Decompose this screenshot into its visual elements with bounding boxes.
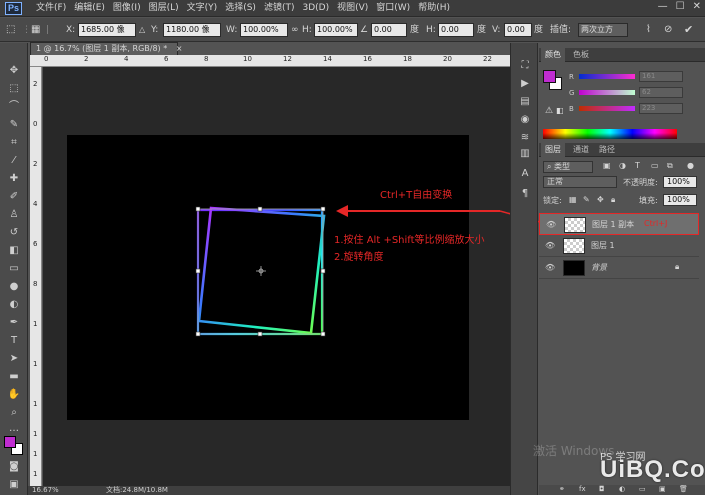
lock-all-icon[interactable]: 🔒︎ — [611, 195, 615, 205]
layers-panel-tabs: 图层 通道 路径 — [539, 143, 705, 157]
red-slider[interactable] — [579, 74, 635, 79]
blend-mode-select[interactable]: 正常 — [543, 176, 617, 188]
filter-shape-icon[interactable]: ▭ — [651, 161, 659, 170]
opacity-field[interactable]: 100% — [663, 176, 697, 188]
layer-style-icon[interactable]: fx — [579, 485, 586, 493]
gamut-warning-icon[interactable]: ⚠ — [545, 106, 553, 116]
new-layer-icon[interactable]: ▣ — [659, 485, 666, 493]
foreground-color-swatch[interactable] — [4, 436, 16, 448]
filter-adjustment-icon[interactable]: ◑ — [619, 161, 626, 170]
blue-slider[interactable] — [579, 106, 635, 111]
layer-name[interactable]: 图层 1 — [591, 240, 615, 251]
layer-row[interactable]: 👁︎ 图层 1 副本 Ctrl+J — [539, 213, 699, 235]
red-label: R — [569, 73, 574, 81]
green-slider[interactable] — [579, 90, 635, 95]
layer-filter-select[interactable]: ⌕ 类型 — [543, 161, 593, 173]
transform-handle[interactable] — [320, 206, 326, 212]
properties-panel-icon[interactable]: ▤ — [518, 95, 532, 109]
document-size: 文档:24.8M/10.8M — [106, 486, 168, 494]
lock-transparency-icon[interactable]: ▦ — [569, 195, 577, 204]
lock-position-icon[interactable]: ✥ — [597, 195, 604, 204]
history-panel-icon[interactable]: ⛶ — [518, 59, 532, 73]
annotation-step-2: 2.旋转角度 — [334, 252, 384, 263]
delete-layer-icon[interactable]: 🗑︎ — [679, 485, 688, 493]
layer-filter-kind: 类型 — [554, 162, 571, 171]
tab-paths[interactable]: 路径 — [595, 143, 619, 157]
transform-handle[interactable] — [257, 331, 263, 337]
tab-layers[interactable]: 图层 — [541, 143, 565, 157]
layer-thumbnail — [563, 260, 585, 276]
filter-search-icon: ⌕ — [547, 162, 555, 171]
fill-label: 填充: — [639, 196, 658, 205]
red-value-field[interactable]: 161 — [639, 71, 683, 82]
paragraph-panel-icon[interactable]: ¶ — [518, 187, 532, 201]
green-value-field[interactable]: 62 — [639, 87, 683, 98]
layer-square-original — [196, 208, 324, 336]
layer-mask-icon[interactable]: ◘ — [599, 485, 605, 493]
filter-pixel-icon[interactable]: ▣ — [603, 161, 611, 170]
status-bar: 16.67% 文档:24.8M/10.8M — [28, 486, 510, 495]
layer-square-rotated — [197, 206, 326, 335]
color-panel-tabs: 颜色 色板 — [539, 48, 705, 62]
blue-value-field[interactable]: 223 — [639, 103, 683, 114]
transform-handle[interactable] — [257, 206, 263, 212]
tab-channels[interactable]: 通道 — [569, 143, 593, 157]
layer-thumbnail — [563, 238, 585, 254]
layers-bottom-toolbar: ⚭ fx ◘ ◐ ▭ ▣ 🗑︎ — [539, 485, 705, 495]
adjustment-layer-icon[interactable]: ◐ — [619, 485, 625, 493]
layer-row[interactable]: 👁︎ 图层 1 — [539, 235, 699, 257]
transform-handle[interactable] — [195, 206, 201, 212]
layer-name[interactable]: 图层 1 副本 — [592, 219, 634, 230]
filter-toggle-icon[interactable]: ● — [687, 161, 694, 170]
layer-thumbnail — [564, 217, 586, 233]
transform-bounding-box[interactable] — [197, 208, 324, 335]
blend-mode-value: 正常 — [547, 177, 563, 186]
filter-type-icon[interactable]: T — [635, 161, 640, 170]
site-logo-watermark: UiBQ.CoM — [600, 456, 705, 483]
link-layers-icon[interactable]: ⚭ — [559, 485, 565, 493]
fill-field[interactable]: 100% — [663, 194, 697, 206]
layer-lock-icon: 🔒︎ — [675, 262, 680, 271]
blue-label: B — [569, 105, 574, 113]
group-icon[interactable]: ▭ — [639, 485, 646, 493]
annotation-free-transform: Ctrl+T自由变换 — [380, 190, 453, 201]
opacity-label: 不透明度: — [623, 178, 658, 187]
layer-visibility-eye-icon[interactable]: 👁︎ — [545, 241, 555, 250]
layer-shortcut-note: Ctrl+J — [644, 219, 668, 228]
transform-center-point[interactable] — [256, 266, 266, 276]
filter-smart-object-icon[interactable]: ⧉ — [667, 161, 673, 171]
annotation-step-1: 1.按住 Alt +Shift等比例缩放大小 — [334, 235, 485, 246]
tool-presets-panel-icon[interactable]: ≋ — [518, 131, 532, 145]
green-label: G — [569, 89, 575, 97]
color-panel: 颜色 色板 ⚠ ◧ R 161 G 62 B 223 — [539, 48, 705, 140]
layer-row[interactable]: 👁︎ 背景 🔒︎ — [539, 257, 699, 279]
collapsed-panels-dock: ⛶ ▶ ▤ ◉ ≋ ▥ A ¶ — [510, 43, 538, 495]
lock-label: 锁定: — [543, 196, 562, 205]
layer-visibility-eye-icon[interactable]: 👁︎ — [546, 220, 556, 229]
color-spectrum-bar[interactable] — [543, 129, 677, 139]
transform-handle[interactable] — [320, 268, 326, 274]
layer-visibility-eye-icon[interactable]: 👁︎ — [545, 263, 555, 272]
tab-color[interactable]: 颜色 — [541, 48, 565, 62]
lock-pixels-icon[interactable]: ✎ — [583, 195, 590, 204]
adjustments-panel-icon[interactable]: ◉ — [518, 113, 532, 127]
transform-handle[interactable] — [195, 331, 201, 337]
layer-name[interactable]: 背景 — [591, 262, 607, 273]
zoom-level[interactable]: 16.67% — [32, 486, 59, 495]
brush-panel-icon[interactable]: ▥ — [518, 147, 532, 161]
transform-handle[interactable] — [195, 268, 201, 274]
color-panel-foreground-swatch[interactable] — [543, 70, 556, 83]
web-safe-icon[interactable]: ◧ — [556, 106, 564, 115]
layers-panel: 图层 通道 路径 ⌕ 类型 ▣ ◑ T ▭ ⧉ ● 正常 不透明度: 100% … — [539, 143, 705, 485]
tab-swatches[interactable]: 色板 — [569, 48, 593, 62]
annotation-arrow-head — [336, 205, 348, 217]
actions-panel-icon[interactable]: ▶ — [518, 77, 532, 91]
character-panel-icon[interactable]: A — [518, 167, 532, 181]
transform-handle[interactable] — [320, 331, 326, 337]
